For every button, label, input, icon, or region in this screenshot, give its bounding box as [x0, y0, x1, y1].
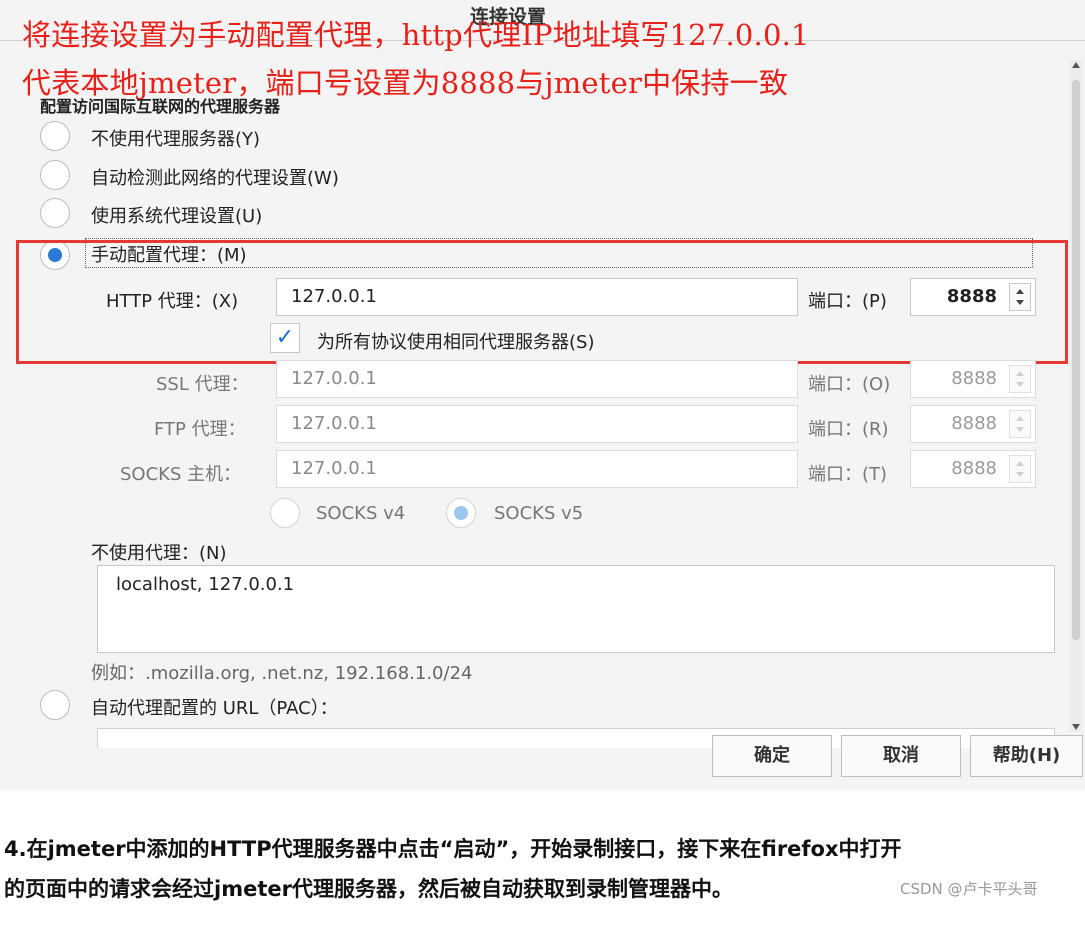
ftp-proxy-input[interactable]: 127.0.0.1	[276, 405, 798, 443]
scrollbar-thumb[interactable]	[1072, 80, 1080, 640]
help-button[interactable]: 帮助(H)	[970, 735, 1083, 777]
label-system-proxy: 使用系统代理设置(U)	[91, 206, 263, 227]
ftp-port-value: 8888	[951, 413, 997, 434]
ssl-proxy-input[interactable]: 127.0.0.1	[276, 360, 798, 398]
radio-socks-v4[interactable]	[270, 498, 300, 528]
socks-port-value: 8888	[951, 458, 997, 479]
label-pac-url: 自动代理配置的 URL（PAC）：	[91, 698, 338, 719]
ftp-port-label: 端口：(R)	[808, 419, 889, 440]
socks-host-label: SOCKS 主机：	[120, 464, 242, 485]
ssl-port-stepper[interactable]: 8888	[910, 360, 1036, 398]
watermark: CSDN @卢卡平头哥	[900, 880, 1038, 898]
ftp-port-stepper[interactable]: 8888	[910, 405, 1036, 443]
screenshot-panel: 连接设置 配置访问国际互联网的代理服务器 不使用代理服务器(Y) 自动检测此网络…	[0, 0, 1085, 790]
socks-port-label: 端口：(T)	[808, 464, 888, 485]
label-auto-detect: 自动检测此网络的代理设置(W)	[91, 168, 339, 189]
radio-socks-v5[interactable]	[446, 498, 476, 528]
caption-line-1: 4.在jmeter中添加的HTTP代理服务器中点击“启动”，开始录制接口，接下来…	[4, 837, 902, 861]
ftp-proxy-label: FTP 代理：	[154, 419, 246, 440]
radio-auto-detect[interactable]	[40, 160, 70, 190]
ok-button[interactable]: 确定	[712, 735, 832, 777]
ssl-proxy-label: SSL 代理：	[156, 374, 249, 395]
spin-arrows-icon[interactable]	[1009, 365, 1031, 393]
label-socks-v5: SOCKS v5	[494, 503, 584, 524]
label-socks-v4: SOCKS v4	[316, 503, 406, 524]
label-no-proxy: 不使用代理服务器(Y)	[91, 129, 261, 150]
radio-system-proxy[interactable]	[40, 198, 70, 228]
annotation-line-2: 代表本地jmeter，端口号设置为8888与jmeter中保持一致	[22, 66, 789, 100]
ssl-port-label: 端口：(O)	[808, 374, 891, 395]
radio-pac-url[interactable]	[40, 690, 70, 720]
annotation-line-1: 将连接设置为手动配置代理，http代理IP地址填写127.0.0.1	[22, 18, 810, 52]
scroll-down-icon[interactable]	[1072, 724, 1080, 730]
cancel-button[interactable]: 取消	[841, 735, 961, 777]
ssl-port-value: 8888	[951, 368, 997, 389]
radio-no-proxy[interactable]	[40, 121, 70, 151]
socks-port-stepper[interactable]: 8888	[910, 450, 1036, 488]
caption-line-2: 的页面中的请求会经过jmeter代理服务器，然后被自动获取到录制管理器中。	[4, 877, 733, 901]
socks-host-input[interactable]: 127.0.0.1	[276, 450, 798, 488]
spin-arrows-icon[interactable]	[1009, 410, 1031, 438]
vertical-scrollbar[interactable]	[1070, 60, 1082, 732]
spin-arrows-icon[interactable]	[1009, 455, 1031, 483]
no-proxy-for-textarea[interactable]: localhost, 127.0.0.1	[97, 565, 1055, 653]
scroll-up-icon[interactable]	[1072, 62, 1080, 68]
highlight-box	[16, 240, 1068, 364]
no-proxy-example: 例如：.mozilla.org, .net.nz, 192.168.1.0/24	[91, 663, 473, 684]
no-proxy-for-label: 不使用代理：(N)	[91, 543, 227, 564]
